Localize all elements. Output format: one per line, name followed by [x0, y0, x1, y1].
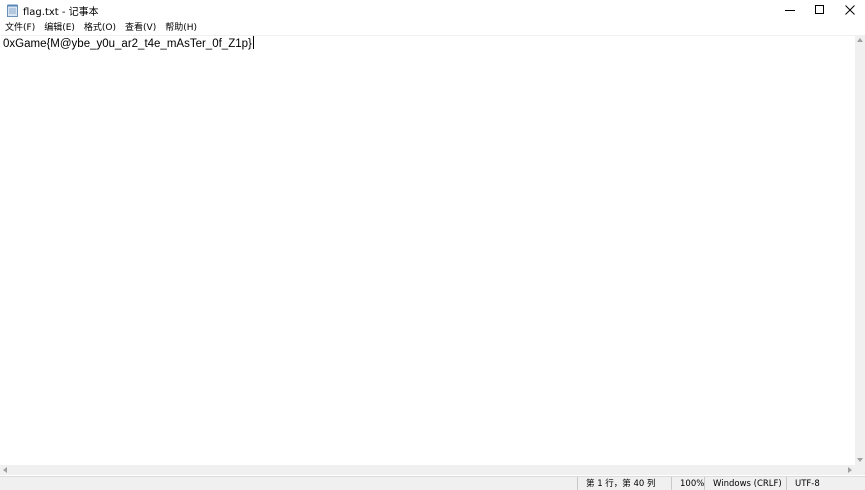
window-controls [775, 0, 865, 20]
notepad-window: flag.txt - 记事本 文件(F) 编辑(E) 格式(O) 查看(V) 帮… [0, 0, 865, 490]
scroll-left-arrow-icon[interactable] [0, 465, 10, 475]
status-bar: 第 1 行，第 40 列 100% Windows (CRLF) UTF-8 [0, 476, 865, 490]
maximize-icon [815, 5, 824, 14]
minimize-button[interactable] [775, 0, 805, 20]
minimize-icon [785, 10, 795, 11]
menu-edit[interactable]: 编辑(E) [40, 21, 79, 35]
menu-help[interactable]: 帮助(H) [161, 21, 201, 35]
scroll-down-arrow-icon[interactable] [855, 455, 865, 465]
scrollbar-corner [855, 465, 865, 475]
window-title: flag.txt - 记事本 [23, 6, 99, 18]
status-cursor-position: 第 1 行，第 40 列 [577, 477, 674, 490]
vertical-scrollbar[interactable] [855, 35, 865, 465]
status-line-ending: Windows (CRLF) [704, 477, 793, 490]
menu-view[interactable]: 查看(V) [121, 21, 160, 35]
text-caret [252, 36, 254, 49]
scroll-up-arrow-icon[interactable] [855, 35, 865, 45]
menu-bar: 文件(F) 编辑(E) 格式(O) 查看(V) 帮助(H) [0, 21, 865, 35]
text-editor[interactable]: 0xGame{M@ybe_y0u_ar2_t4e_mAsTer_0f_Z1p} [0, 35, 855, 466]
title-bar: flag.txt - 记事本 [0, 0, 865, 20]
status-encoding: UTF-8 [786, 477, 865, 490]
menu-format[interactable]: 格式(O) [80, 21, 120, 35]
close-icon [845, 5, 855, 15]
notepad-app-icon [7, 4, 18, 17]
horizontal-scrollbar[interactable] [0, 465, 855, 475]
scroll-right-arrow-icon[interactable] [845, 465, 855, 475]
close-button[interactable] [835, 0, 865, 20]
maximize-button[interactable] [805, 0, 835, 20]
menu-file[interactable]: 文件(F) [1, 21, 39, 35]
editor-content-line[interactable]: 0xGame{M@ybe_y0u_ar2_t4e_mAsTer_0f_Z1p} [3, 36, 254, 52]
editor-text: 0xGame{M@ybe_y0u_ar2_t4e_mAsTer_0f_Z1p} [3, 38, 252, 50]
